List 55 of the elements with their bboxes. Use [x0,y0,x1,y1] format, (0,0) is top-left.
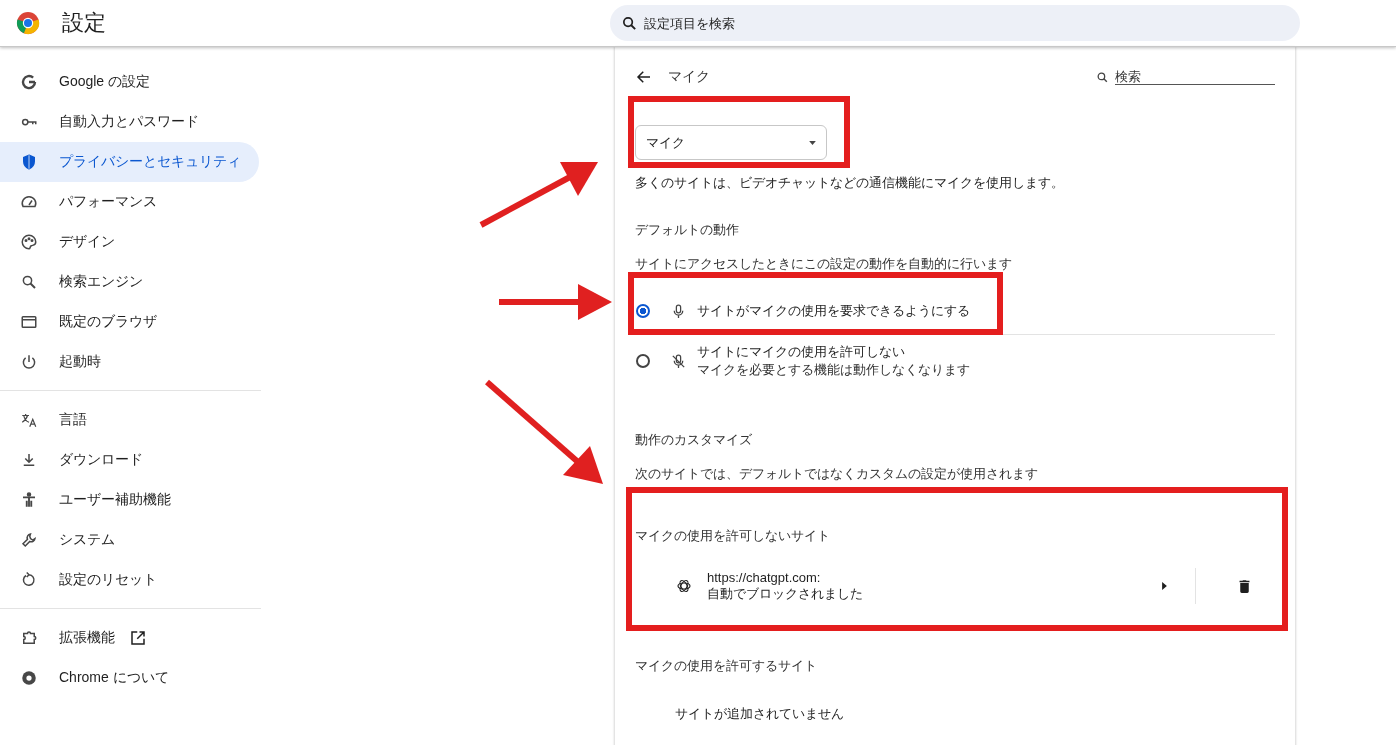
panel-title: マイク [668,68,711,86]
sidebar-item[interactable]: 言語 [0,400,259,440]
site-url: https://chatgpt.com: [707,569,822,585]
wrench-icon [20,531,38,549]
description-text: 多くのサイトは、ビデオチャットなどの通信機能にマイクを使用します。 [635,174,1065,192]
search-icon [621,15,638,32]
sidebar-item[interactable]: プライバシーとセキュリティ [0,142,259,182]
reset-icon [20,571,38,589]
list-heading: マイクの使用を許可しないサイト [635,527,831,545]
empty-list-text: サイトが追加されていません [674,705,845,723]
search-field[interactable]: 検索 [1115,69,1275,85]
back-arrow-icon[interactable] [635,68,653,86]
sidebar-item[interactable]: 検索エンジン [0,262,259,302]
radio-button[interactable] [636,304,650,318]
sidebar-item[interactable]: 設定のリセット [0,560,259,600]
chrome-logo-icon [16,11,40,35]
window-icon [20,313,38,331]
search-icon [20,273,38,291]
device-dropdown[interactable]: マイク [635,125,827,160]
option-label: サイトにマイクの使用を許可しない [697,343,906,361]
section-heading: デフォルトの動作 [635,221,740,239]
sidebar-item[interactable]: ユーザー補助機能 [0,480,259,520]
sidebar-item[interactable]: デザイン [0,222,259,262]
sidebar-item[interactable]: 自動入力とパスワード [0,102,259,142]
person-icon [20,491,38,509]
radio-button[interactable] [636,354,650,368]
chrome-icon [20,669,38,687]
option-label: サイトがマイクの使用を要求できるようにする [697,302,970,320]
google-icon [20,73,38,91]
expand-arrow-icon[interactable] [1162,582,1167,590]
sidebar-item[interactable]: Google の設定 [0,62,259,102]
list-heading: マイクの使用を許可するサイト [635,657,818,675]
translate-icon [20,411,38,429]
page-title: 設定 [62,9,107,37]
sidebar-item[interactable]: ダウンロード [0,440,259,480]
search-icon [1096,70,1109,84]
sidebar-item[interactable]: 起動時 [0,342,259,382]
section-subtitle: 次のサイトでは、デフォルトではなくカスタムの設定が使用されます [635,465,1039,483]
sidebar-item[interactable]: 拡張機能 [0,618,259,658]
section-heading: 動作のカスタマイズ [635,431,753,449]
search-field[interactable]: 設定項目を検索 [610,5,1300,41]
sidebar-item[interactable]: 既定のブラウザ [0,302,259,342]
option-description: マイクを必要とする機能は動作しなくなります [697,361,970,379]
site-status: 自動でブロックされました [707,585,864,603]
palette-icon [20,233,38,251]
section-subtitle: サイトにアクセスしたときにこの設定の動作を自動的に行います [635,255,1013,273]
puzzle-icon [20,629,38,647]
power-icon [20,353,38,371]
sidebar-item[interactable]: システム [0,520,259,560]
shield-icon [20,153,38,171]
microphone-muted-icon [670,352,687,370]
site-favicon-icon [675,577,693,595]
caret-icon [809,140,816,145]
sidebar-item[interactable]: Chrome について [0,658,259,698]
sidebar-item[interactable]: パフォーマンス [0,182,259,222]
